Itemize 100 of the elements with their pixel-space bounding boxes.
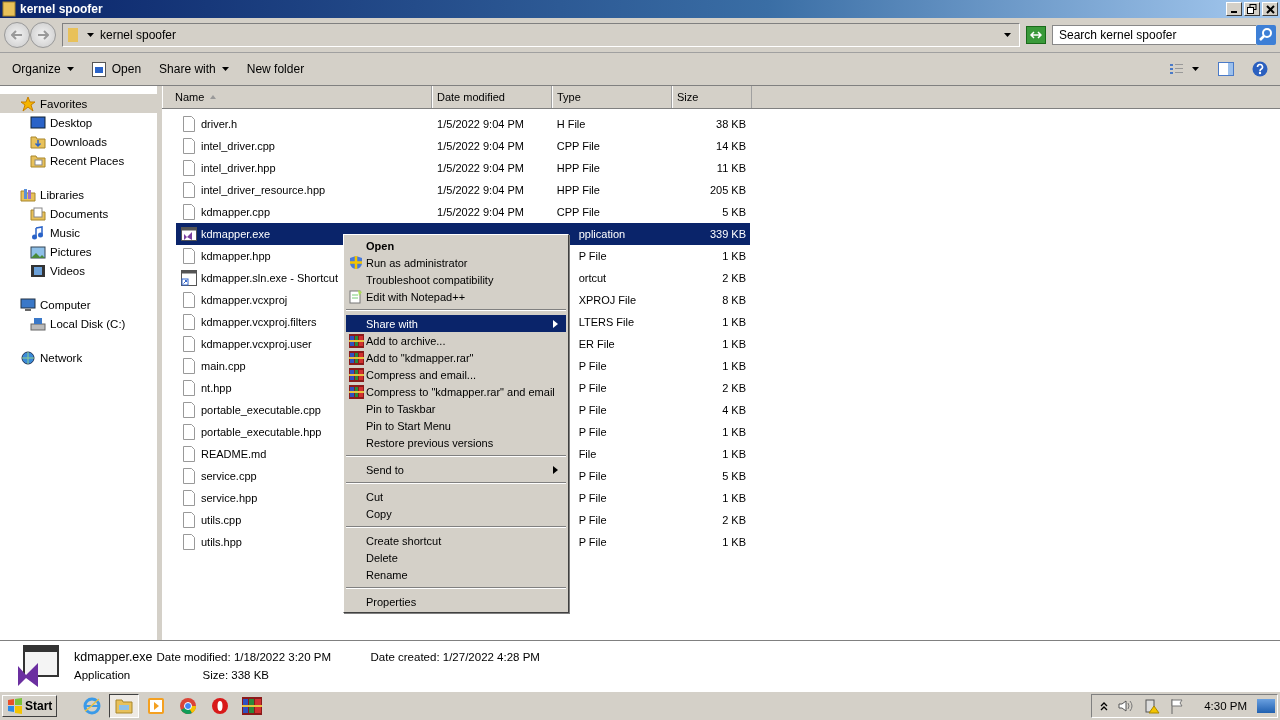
restore-button[interactable] bbox=[1244, 2, 1260, 16]
detail-field: Size: 338 KB bbox=[156, 669, 367, 681]
menu-item[interactable]: Restore previous versions bbox=[346, 434, 566, 451]
type-cell: LTERS File bbox=[578, 316, 635, 328]
type-cell: pplication bbox=[578, 228, 626, 240]
size-cell: 1 KB bbox=[722, 448, 746, 460]
file-name[interactable]: utils.hpp bbox=[201, 536, 242, 548]
address-bar[interactable]: kernel spoofer bbox=[62, 23, 1020, 47]
windows-logo-icon bbox=[7, 698, 23, 714]
toolbar-button[interactable]: New folder bbox=[246, 57, 305, 81]
column-header[interactable]: Name bbox=[162, 86, 432, 108]
disk-drive-icon bbox=[30, 315, 46, 332]
sidebar-item[interactable]: Favorites bbox=[0, 94, 157, 113]
file-name[interactable]: nt.hpp bbox=[201, 382, 232, 394]
menu-item[interactable]: Pin to Taskbar bbox=[346, 400, 566, 417]
window-title: kernel spoofer bbox=[20, 2, 103, 16]
back-button[interactable] bbox=[4, 22, 30, 48]
refresh-button[interactable] bbox=[1026, 26, 1046, 44]
menu-item[interactable]: Copy bbox=[346, 505, 566, 522]
size-cell: 14 KB bbox=[716, 140, 746, 152]
file-name[interactable]: driver.h bbox=[201, 118, 238, 130]
toolbar-button[interactable]: Open bbox=[91, 57, 142, 81]
minimize-button[interactable] bbox=[1226, 2, 1242, 16]
chevron-up-icon[interactable] bbox=[1100, 701, 1109, 711]
speaker-icon[interactable] bbox=[1118, 699, 1135, 713]
sidebar-item[interactable]: Pictures bbox=[0, 242, 157, 261]
taskbar-app-button[interactable] bbox=[109, 694, 140, 718]
menu-item[interactable]: Edit with Notepad++ bbox=[346, 288, 566, 305]
help-button[interactable] bbox=[1252, 61, 1268, 77]
application-icon bbox=[180, 226, 197, 242]
file-name[interactable]: main.cpp bbox=[201, 360, 246, 372]
network-warning-icon[interactable] bbox=[1144, 698, 1161, 714]
menu-item[interactable]: Share with bbox=[346, 315, 566, 332]
type-cell: P File bbox=[578, 492, 607, 504]
file-name[interactable]: kdmapper.cpp bbox=[201, 206, 271, 218]
file-name[interactable]: kdmapper.exe bbox=[201, 228, 271, 240]
folder-icon bbox=[30, 152, 46, 169]
forward-button[interactable] bbox=[30, 22, 56, 48]
browser-icon bbox=[179, 697, 198, 715]
file-name[interactable]: portable_executable.hpp bbox=[201, 426, 322, 438]
menu-item[interactable]: Pin to Start Menu bbox=[346, 417, 566, 434]
flag-icon[interactable] bbox=[1170, 698, 1185, 714]
file-name[interactable]: kdmapper.vcxproj bbox=[201, 294, 288, 306]
file-name[interactable]: kdmapper.vcxproj.filters bbox=[201, 316, 317, 328]
menu-item[interactable]: Compress and email... bbox=[346, 366, 566, 383]
show-desktop-button[interactable] bbox=[1257, 699, 1275, 713]
menu-item[interactable]: Create shortcut bbox=[346, 532, 566, 549]
sidebar-item[interactable]: Recent Places bbox=[0, 151, 157, 170]
file-name[interactable]: intel_driver_resource.hpp bbox=[201, 184, 326, 196]
file-name[interactable]: kdmapper.hpp bbox=[201, 250, 271, 262]
column-header[interactable]: Size bbox=[672, 86, 752, 108]
menu-item[interactable]: Delete bbox=[346, 549, 566, 566]
menu-item[interactable]: Add to archive... bbox=[346, 332, 566, 349]
menu-item[interactable]: Rename bbox=[346, 566, 566, 583]
search-field[interactable]: Search kernel spoofer bbox=[1052, 25, 1256, 45]
document-icon bbox=[182, 358, 195, 374]
size-cell: 339 KB bbox=[709, 228, 746, 240]
file-name[interactable]: kdmapper.sln.exe - Shortcut bbox=[201, 272, 338, 284]
file-name[interactable]: service.cpp bbox=[201, 470, 257, 482]
sidebar-item[interactable]: Network bbox=[0, 348, 157, 367]
film-icon bbox=[30, 262, 46, 279]
sidebar-item[interactable]: Local Disk (C:) bbox=[0, 314, 157, 333]
file-name[interactable]: portable_executable.cpp bbox=[201, 404, 321, 416]
menu-item[interactable]: Troubleshoot compatibility bbox=[346, 271, 566, 288]
type-cell: P File bbox=[578, 536, 607, 548]
file-name[interactable]: utils.cpp bbox=[201, 514, 242, 526]
menu-item[interactable]: Add to "kdmapper.rar" bbox=[346, 349, 566, 366]
sidebar-item[interactable]: Downloads bbox=[0, 132, 157, 151]
sidebar-item[interactable]: Desktop bbox=[0, 113, 157, 132]
menu-item[interactable]: Properties bbox=[346, 593, 566, 610]
document-icon bbox=[182, 314, 195, 330]
close-button[interactable] bbox=[1262, 2, 1278, 16]
menu-item[interactable]: Open bbox=[346, 237, 566, 254]
menu-item[interactable]: Send to bbox=[346, 461, 566, 478]
sidebar-item[interactable]: Documents bbox=[0, 204, 157, 223]
star-icon bbox=[20, 95, 36, 112]
file-name[interactable]: intel_driver.hpp bbox=[201, 162, 276, 174]
sidebar-item[interactable]: Computer bbox=[0, 295, 157, 314]
file-name[interactable]: service.hpp bbox=[201, 492, 258, 504]
sidebar-item[interactable]: Music bbox=[0, 223, 157, 242]
menu-item[interactable]: Cut bbox=[346, 488, 566, 505]
document-icon bbox=[182, 292, 195, 308]
view-options-button[interactable] bbox=[1170, 63, 1200, 75]
menu-item[interactable]: Run as administrator bbox=[346, 254, 566, 271]
start-button[interactable]: Start bbox=[2, 695, 58, 717]
column-header[interactable]: Date modified bbox=[432, 86, 552, 108]
desktop-icon bbox=[30, 114, 46, 131]
date-cell: 1/5/2022 9:04 PM bbox=[437, 184, 524, 196]
file-name[interactable]: intel_driver.cpp bbox=[201, 140, 275, 152]
search-icon[interactable] bbox=[1256, 25, 1276, 45]
preview-pane-button[interactable] bbox=[1218, 62, 1234, 76]
sidebar-item[interactable]: Libraries bbox=[0, 185, 157, 204]
sidebar-item[interactable]: Videos bbox=[0, 261, 157, 280]
column-header[interactable]: Type bbox=[552, 86, 672, 108]
menu-item[interactable]: Compress to "kdmapper.rar" and email bbox=[346, 383, 566, 400]
type-cell: CPP File bbox=[556, 206, 600, 218]
file-name[interactable]: README.md bbox=[201, 448, 267, 460]
toolbar-button[interactable]: Organize bbox=[12, 57, 74, 81]
toolbar-button[interactable]: Share with bbox=[159, 57, 229, 81]
file-name[interactable]: kdmapper.vcxproj.user bbox=[201, 338, 312, 350]
